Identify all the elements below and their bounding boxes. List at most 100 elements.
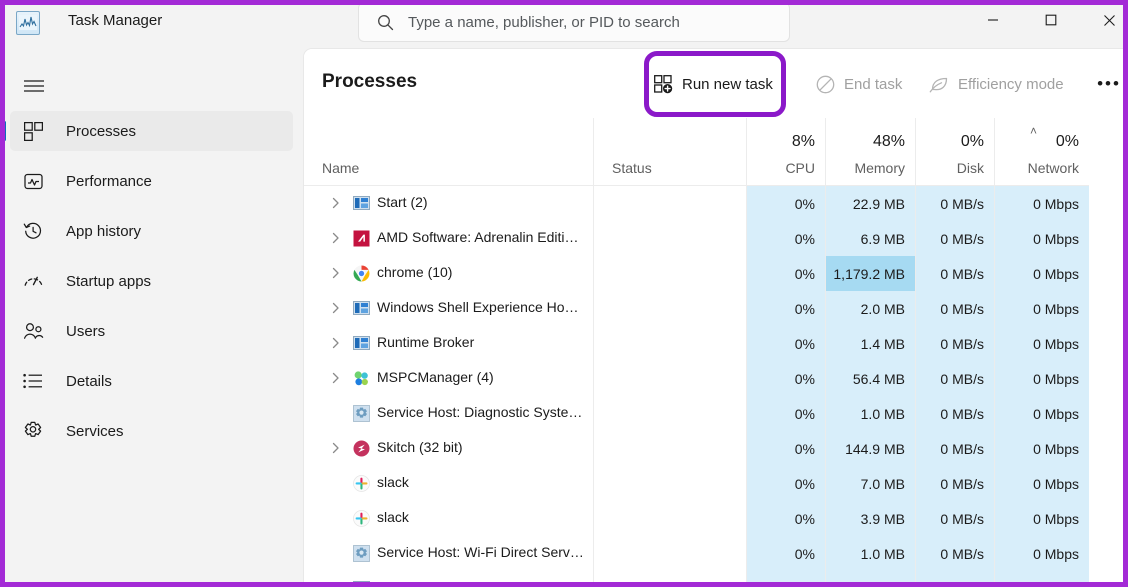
status-cell — [593, 571, 746, 587]
sidebar-item-app-history[interactable]: App history — [10, 211, 293, 251]
expand-chevron-icon[interactable] — [330, 302, 342, 314]
network-value: 0 Mbps — [1033, 266, 1079, 282]
column-header-cpu[interactable]: 8% CPU — [746, 118, 825, 186]
table-row[interactable]: AMD Software: Adrenalin Editi…0%6.9 MB0 … — [304, 221, 1128, 256]
cpu-cell: 0% — [746, 501, 825, 536]
expand-chevron-icon[interactable] — [330, 197, 342, 209]
network-cell: 0 Mbps — [994, 291, 1089, 326]
network-value: 0 Mbps — [1033, 546, 1079, 562]
sidebar-item-details[interactable]: Details — [10, 361, 293, 401]
sidebar-item-startup-apps[interactable]: Startup apps — [10, 261, 293, 301]
memory-value: 22.9 MB — [853, 196, 905, 212]
sidebar-item-label: Details — [66, 373, 112, 390]
status-cell — [593, 326, 746, 361]
memory-value: 6.9 MB — [861, 231, 905, 247]
network-cell: 0 Mbps — [994, 431, 1089, 466]
status-cell — [593, 536, 746, 571]
column-header-status[interactable]: Status — [593, 118, 746, 186]
table-row[interactable]: Runtime Broker0%1.4 MB0 MB/s0 Mbps — [304, 326, 1128, 361]
run-new-task-button[interactable]: Run new task — [654, 69, 773, 99]
process-name: Service Host: Diagnostic Syste… — [377, 404, 582, 420]
column-header-disk[interactable]: 0% Disk — [915, 118, 994, 186]
table-row[interactable]: slack0%3.9 MB0 MB/s0 Mbps — [304, 501, 1128, 536]
status-cell — [593, 291, 746, 326]
cpu-value: 0% — [795, 196, 815, 212]
disk-value: 0 MB/s — [940, 301, 984, 317]
mspcmanager-icon — [353, 370, 370, 387]
status-cell — [593, 501, 746, 536]
process-name: MSPCManager (4) — [377, 369, 494, 385]
network-cell: 0 Mbps — [994, 536, 1089, 571]
content-panel: Processes Run new task — [303, 48, 1128, 587]
skitch-icon — [353, 440, 370, 457]
cpu-cell: 0% — [746, 536, 825, 571]
sidebar-item-processes[interactable]: Processes — [10, 111, 293, 151]
disk-value: 0 MB/s — [940, 546, 984, 562]
table-row[interactable]: Service Host: Wi-Fi Direct Serv… 0%1.0 MB… — [304, 536, 1128, 571]
network-cell: 0 Mbps — [994, 571, 1089, 587]
search-input[interactable] — [408, 14, 778, 31]
close-button[interactable] — [1086, 0, 1128, 40]
table-row[interactable]: Service Host: Diagnostic Syste…0%1.0 MB0… — [304, 396, 1128, 431]
cpu-value: 0% — [795, 441, 815, 457]
hamburger-menu-icon[interactable] — [14, 66, 54, 106]
more-options-button[interactable]: ••• — [1096, 72, 1122, 96]
sidebar-item-label: Performance — [66, 173, 152, 190]
memory-cell: 7.0 MB — [825, 466, 915, 501]
process-name: audiodg — [377, 579, 427, 587]
column-divider — [915, 186, 916, 587]
expand-chevron-icon[interactable] — [330, 337, 342, 349]
cpu-cell: 0% — [746, 431, 825, 466]
column-header-name[interactable]: Name — [304, 118, 593, 186]
memory-cell: 1.0 MB — [825, 536, 915, 571]
process-name: Service Host: Wi-Fi Direct Serv… — [377, 544, 584, 560]
expand-chevron-icon[interactable] — [330, 442, 342, 454]
minimize-button[interactable] — [970, 0, 1016, 40]
end-task-button[interactable]: End task — [816, 69, 902, 99]
column-divider — [994, 186, 995, 587]
table-row[interactable]: slack0%7.0 MB0 MB/s0 Mbps — [304, 466, 1128, 501]
table-row[interactable]: audiodg0%5.8 MB0 MB/s0 Mbps — [304, 571, 1128, 587]
table-row[interactable]: Windows Shell Experience Ho…0%2.0 MB0 MB… — [304, 291, 1128, 326]
expand-chevron-icon[interactable] — [330, 267, 342, 279]
window-app-icon — [353, 195, 370, 212]
network-value: 0 Mbps — [1033, 581, 1079, 587]
status-cell — [593, 221, 746, 256]
table-scrollbar[interactable] — [1089, 118, 1128, 587]
table-row[interactable]: Skitch (32 bit)0%144.9 MB0 MB/s0 Mbps — [304, 431, 1128, 466]
expand-chevron-icon[interactable] — [330, 372, 342, 384]
memory-value: 7.0 MB — [861, 476, 905, 492]
efficiency-mode-button[interactable]: Efficiency mode — [928, 69, 1064, 99]
disk-value: 0 MB/s — [940, 511, 984, 527]
process-name: Start (2) — [377, 194, 428, 210]
column-header-network[interactable]: ˄ 0% Network — [994, 118, 1089, 186]
table-row[interactable]: Start (2)0%22.9 MB0 MB/s0 Mbps — [304, 186, 1128, 221]
maximize-button[interactable] — [1028, 0, 1074, 40]
table-body[interactable]: Start (2)0%22.9 MB0 MB/s0 MbpsAMD Softwa… — [304, 186, 1128, 587]
service-gear-icon — [353, 545, 370, 562]
column-header-memory[interactable]: 48% Memory — [825, 118, 915, 186]
disk-cell: 0 MB/s — [915, 256, 994, 291]
memory-value: 3.9 MB — [861, 511, 905, 527]
chrome-icon — [353, 265, 370, 282]
table-row[interactable]: chrome (10)0%1,179.2 MB0 MB/s0 Mbps — [304, 256, 1128, 291]
end-task-icon — [816, 75, 835, 94]
expand-chevron-icon[interactable] — [330, 232, 342, 244]
run-new-task-label: Run new task — [682, 76, 773, 93]
sidebar-item-performance[interactable]: Performance — [10, 161, 293, 201]
amd-software-icon — [353, 230, 370, 247]
search-box[interactable] — [358, 2, 790, 42]
memory-value: 56.4 MB — [853, 371, 905, 387]
sidebar-item-users[interactable]: Users — [10, 311, 293, 351]
network-cell: 0 Mbps — [994, 256, 1089, 291]
process-table: Name Status 8% CPU 48% Memory 0% Disk — [304, 118, 1128, 587]
network-value: 0 Mbps — [1033, 371, 1079, 387]
sidebar-item-services[interactable]: Services — [10, 411, 293, 451]
memory-cell: 2.0 MB — [825, 291, 915, 326]
status-cell — [593, 256, 746, 291]
network-value: 0 Mbps — [1033, 406, 1079, 422]
table-row[interactable]: MSPCManager (4)0%56.4 MB0 MB/s0 Mbps — [304, 361, 1128, 396]
details-list-icon — [22, 370, 44, 392]
disk-cell: 0 MB/s — [915, 361, 994, 396]
cpu-cell: 0% — [746, 291, 825, 326]
